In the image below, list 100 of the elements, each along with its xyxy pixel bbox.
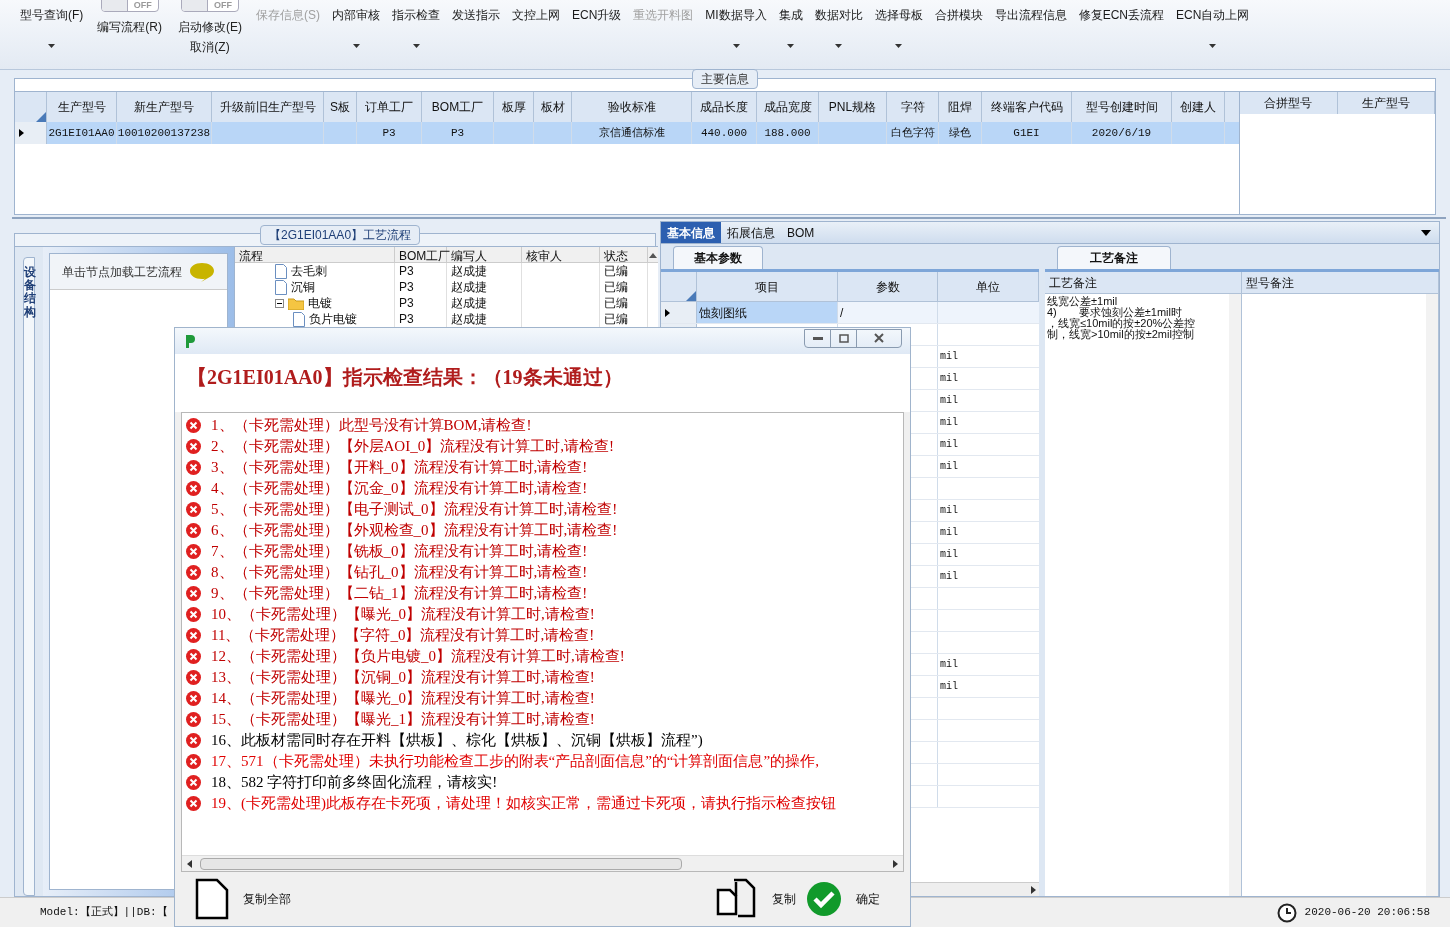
toolbar-button[interactable]: 文控上网: [512, 6, 560, 24]
table-row[interactable]: 蚀刻图纸 /: [661, 302, 1039, 324]
scroll-left-icon[interactable]: [186, 858, 194, 869]
toolbar-button[interactable]: ECN自动上网: [1176, 6, 1250, 24]
dialog-button[interactable]: 确定: [806, 881, 880, 917]
dropdown-caret-icon[interactable]: [1421, 229, 1431, 236]
scrollbar[interactable]: [1426, 294, 1438, 896]
toolbar-button[interactable]: 选择母板: [874, 6, 923, 24]
table-cell: 京信通信标准: [572, 122, 692, 144]
column-header[interactable]: 工艺备注: [1045, 272, 1241, 294]
error-icon: [186, 628, 201, 643]
toolbar-button[interactable]: ECN升级: [572, 6, 622, 24]
error-message: 8、（卡死需处理）【钻孔_0】流程没有计算工时,请检查!: [211, 563, 588, 583]
toolbar-button[interactable]: 合拼模块: [934, 6, 983, 24]
column-header[interactable]: 参数: [838, 272, 938, 301]
table-cell-text: mil: [939, 350, 959, 364]
column-header[interactable]: 状态: [600, 247, 648, 262]
error-icon: [186, 460, 201, 475]
error-message: 1、（卡死需处理）此型号没有计算BOM,请检查!: [211, 416, 532, 436]
error-message: 9、（卡死需处理）【二钻_1】流程没有计算工时,请检查!: [211, 584, 588, 604]
table-cell: P3: [357, 122, 422, 144]
scroll-right-icon[interactable]: [891, 858, 899, 869]
collapse-toggle-icon[interactable]: [275, 298, 284, 308]
column-header[interactable]: 流程: [235, 247, 395, 262]
tree-node[interactable]: 去毛刺: [291, 263, 327, 280]
folder-icon: [288, 296, 304, 310]
remark-line: 制，线宽>10mil的按±2mil控制: [1047, 329, 1194, 340]
speech-bubble-icon: [189, 261, 215, 282]
column-header[interactable]: 项目: [697, 272, 838, 301]
error-message: 13、（卡死需处理）【沉铜_0】流程没有计算工时,请检查!: [211, 668, 595, 688]
tree-node[interactable]: 电镀: [308, 294, 332, 312]
toolbar-button[interactable]: 修复ECN丢流程: [1078, 6, 1165, 24]
document-icon: [195, 878, 229, 920]
toolbar-label[interactable]: 取消(Z): [190, 38, 230, 56]
table-cell-text: mil: [939, 548, 959, 562]
tree-node[interactable]: 沉铜: [291, 278, 315, 296]
table-row[interactable]: 2G1EI01AA0 10010200137238 P3 P3 京信通信标准 440.000 188.000 白色字符 绿色 G1EI 2020/6/19: [15, 122, 1239, 144]
clock-icon: [1276, 902, 1297, 923]
tab[interactable]: 基本信息: [661, 222, 721, 243]
error-icon: [186, 796, 201, 811]
tab[interactable]: BOM: [781, 222, 821, 243]
dialog-button[interactable]: 复制全部: [195, 878, 291, 920]
dialog-heading: 【2G1EI01AA0】指示检查结果：（19条未通过）: [187, 366, 623, 388]
toolbar-button[interactable]: 发送指示: [452, 6, 500, 24]
scrollbar[interactable]: [1229, 294, 1241, 896]
error-message: 18、582 字符打印前多终固化流程，请核实!: [211, 773, 498, 793]
minimize-icon: [812, 336, 823, 340]
table-cell-text: mil: [939, 570, 959, 584]
error-message: 19、(卡死需处理)此板存在卡死项，请处理！如核实正常，需通过卡死项，请执行指示检查按钮: [211, 794, 836, 814]
tab[interactable]: 拓展信息: [721, 222, 781, 243]
toolbar-button[interactable]: 内部审核: [332, 6, 380, 24]
toolbar-button[interactable]: 集成: [778, 6, 803, 24]
table-cell: 2G1EI01AA0: [47, 122, 117, 144]
tab[interactable]: 工艺备注: [1057, 246, 1171, 269]
table-cell-text: mil: [939, 504, 959, 518]
toolbar-label[interactable]: 编写流程(R): [97, 18, 162, 36]
column-header[interactable]: 核审人: [522, 247, 600, 262]
error-icon: [186, 754, 201, 769]
scrollbar-thumb[interactable]: [200, 857, 682, 870]
table-cell: 白色字符: [887, 122, 939, 144]
column-header[interactable]: 单位: [938, 272, 1039, 301]
column-header[interactable]: 生产型号: [1337, 92, 1435, 114]
document-icon: [275, 263, 287, 279]
error-message: 14、（卡死需处理）【曝光_0】流程没有计算工时,请检查!: [211, 689, 595, 709]
column-header[interactable]: 合拼型号: [1240, 92, 1338, 114]
toolbar-button[interactable]: 数据对比: [814, 6, 863, 24]
error-icon: [186, 565, 201, 580]
tab[interactable]: 基本参数: [673, 246, 763, 269]
column-header[interactable]: 型号备注: [1242, 272, 1438, 294]
table-cell: 2020/6/19: [1072, 122, 1172, 144]
error-icon: [186, 523, 201, 538]
remark-line: 4) 要求蚀刻公差±1mil时: [1047, 307, 1183, 318]
table-cell: G1EI: [982, 122, 1072, 144]
table-cell: P3: [395, 295, 447, 311]
toolbar-button[interactable]: 型号查询(F): [20, 6, 84, 24]
toolbar-button[interactable]: 导出流程信息: [994, 6, 1067, 24]
table-cell-text: mil: [939, 658, 959, 672]
row-pointer-icon: [19, 129, 24, 137]
table-cell-text: mil: [939, 438, 959, 452]
table-cell-text: mil: [939, 372, 959, 386]
toolbar-button[interactable]: 指示检查: [392, 6, 440, 24]
error-icon: [186, 502, 201, 517]
toolbar-label[interactable]: 启动修改(E): [178, 18, 242, 36]
toolbar-button[interactable]: MI数据导入: [705, 6, 767, 24]
error-message: 16、此板材需同时存在开料【烘板】、棕化【烘板】、沉铜【烘板】流程”): [211, 731, 703, 751]
error-message: 7、（卡死需处理）【铣板_0】流程没有计算工时,请检查!: [211, 542, 588, 562]
vertical-tab[interactable]: 设备结构: [23, 257, 35, 896]
status-time: 2020-06-20 20:06:58: [1304, 905, 1430, 921]
table-cell: P3: [395, 263, 447, 279]
close-icon: [874, 333, 884, 343]
hint-text: 单击节点加载工艺流程: [62, 263, 182, 281]
error-icon: [186, 586, 201, 601]
dialog-button[interactable]: 复制: [716, 878, 796, 920]
error-message: 6、（卡死需处理）【外观检查_0】流程没有计算工时,请检查!: [211, 521, 618, 541]
error-message: 4、（卡死需处理）【沉金_0】流程没有计算工时,请检查!: [211, 479, 588, 499]
group-title: 【2G1EI01AA0】工艺流程: [260, 225, 421, 245]
error-icon: [186, 607, 201, 622]
tree-node[interactable]: 负片电镀: [309, 310, 357, 327]
table-cell: P3: [422, 122, 494, 144]
error-message: 15、（卡死需处理）【曝光_1】流程没有计算工时,请检查!: [211, 710, 595, 730]
